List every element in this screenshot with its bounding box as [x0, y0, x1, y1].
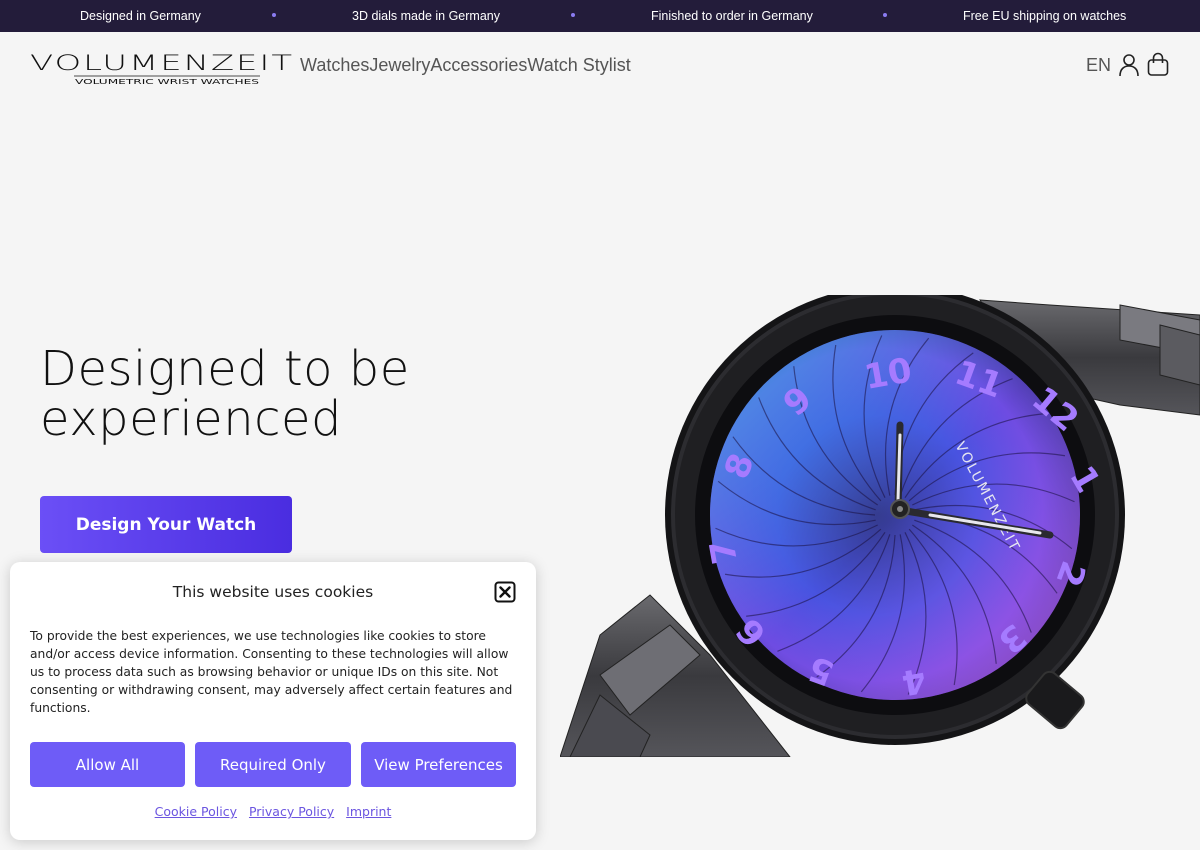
announcement-message: 3D dials made in Germany [352, 9, 500, 23]
brand-logo[interactable]: VOLUMENZEIT VOLUMETRIC WRIST WATCHES [30, 46, 296, 86]
announcement-message: Free EU shipping on watches [963, 9, 1127, 23]
language-selector[interactable]: EN [1086, 55, 1111, 76]
required-only-button[interactable]: Required Only [195, 742, 351, 787]
announcement-message: Finished to order in Germany [651, 9, 813, 23]
svg-text:10: 10 [861, 350, 915, 398]
design-your-watch-button[interactable]: Design Your Watch [40, 496, 292, 553]
site-header: VOLUMENZEIT VOLUMETRIC WRIST WATCHES Wat… [0, 32, 1200, 98]
privacy-policy-link[interactable]: Privacy Policy [249, 804, 334, 819]
main-nav: Watches Jewelry Accessories Watch Stylis… [300, 55, 631, 76]
announcement-message: Designed in Germany [80, 9, 201, 23]
announcement-bar: Designed in Germany 3D dials made in Ger… [0, 0, 1200, 32]
nav-watch-stylist[interactable]: Watch Stylist [527, 55, 630, 76]
close-icon[interactable] [494, 581, 516, 603]
hero-title-line1: Designed to be [40, 341, 410, 397]
cookie-consent-banner: This website uses cookies To provide the… [10, 562, 536, 840]
separator-dot [883, 13, 887, 17]
bag-icon[interactable] [1146, 52, 1170, 78]
separator-dot [272, 13, 276, 17]
nav-watches[interactable]: Watches [300, 55, 369, 76]
view-preferences-button[interactable]: View Preferences [361, 742, 516, 787]
cookie-links: Cookie Policy Privacy Policy Imprint [10, 804, 536, 819]
account-icon[interactable] [1117, 52, 1141, 78]
nav-jewelry[interactable]: Jewelry [369, 55, 430, 76]
separator-dot [571, 13, 575, 17]
hero-watch-image: 11 12 1 2 3 4 5 6 7 8 9 10 VOLUMENZEIT [559, 285, 1200, 758]
hero-title-line2: experienced [40, 391, 343, 447]
allow-all-button[interactable]: Allow All [30, 742, 185, 787]
imprint-link[interactable]: Imprint [346, 804, 391, 819]
logo-wordmark: VOLUMENZEIT [30, 51, 294, 75]
cookie-policy-link[interactable]: Cookie Policy [155, 804, 237, 819]
logo-tagline: VOLUMETRIC WRIST WATCHES [75, 78, 260, 86]
hero-title: Designed to be experienced [40, 344, 510, 444]
nav-accessories[interactable]: Accessories [430, 55, 527, 76]
cookie-banner-title: This website uses cookies [172, 583, 374, 601]
cookie-banner-text: To provide the best experiences, we use … [30, 629, 513, 715]
